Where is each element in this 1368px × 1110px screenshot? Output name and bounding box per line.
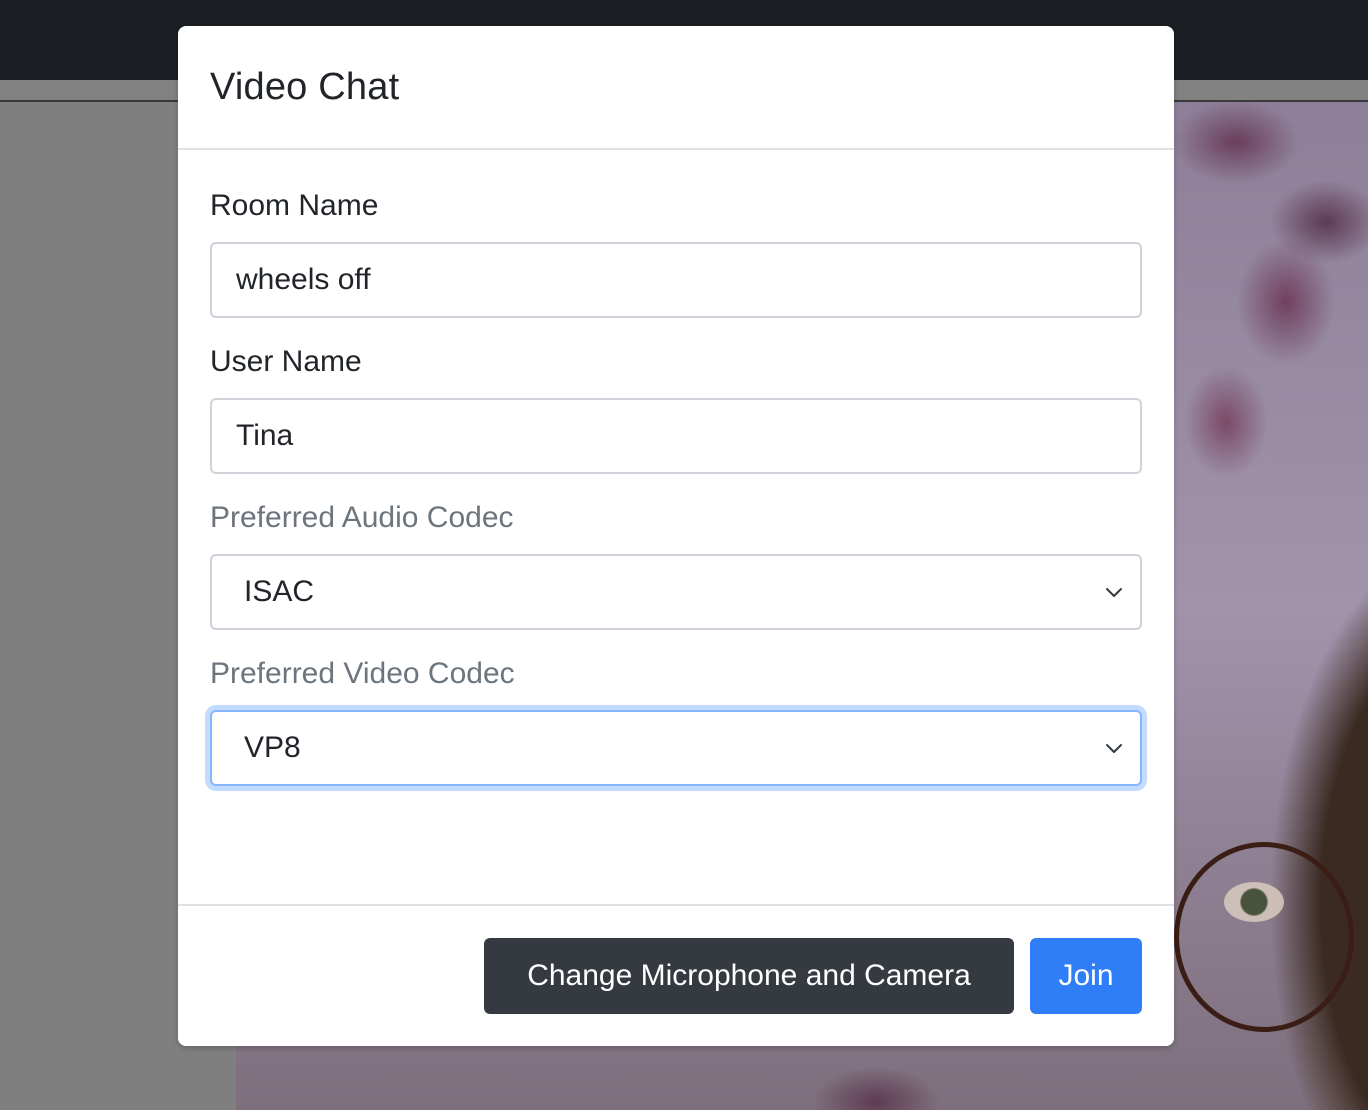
video-codec-field: Preferred Video Codec VP8 bbox=[210, 656, 1142, 786]
room-name-field: Room Name wheels off bbox=[210, 188, 1142, 318]
user-name-field: User Name Tina bbox=[210, 344, 1142, 474]
audio-codec-select[interactable]: ISAC bbox=[210, 554, 1142, 630]
change-microphone-camera-button[interactable]: Change Microphone and Camera bbox=[484, 938, 1014, 1014]
room-name-input[interactable]: wheels off bbox=[210, 242, 1142, 318]
join-button[interactable]: Join bbox=[1030, 938, 1142, 1014]
user-name-input[interactable]: Tina bbox=[210, 398, 1142, 474]
chevron-down-icon bbox=[1106, 588, 1122, 597]
video-chat-dialog: Video Chat Room Name wheels off User Nam… bbox=[178, 26, 1174, 1046]
user-name-label: User Name bbox=[210, 345, 362, 378]
dialog-title: Video Chat bbox=[210, 65, 400, 108]
room-name-label: Room Name bbox=[210, 189, 379, 222]
audio-codec-label: Preferred Audio Codec bbox=[210, 501, 514, 534]
video-codec-value: VP8 bbox=[244, 731, 301, 764]
chevron-down-icon bbox=[1106, 744, 1122, 753]
page: Video Chat Room Name wheels off User Nam… bbox=[0, 0, 1368, 1110]
audio-codec-field: Preferred Audio Codec ISAC bbox=[210, 500, 1142, 630]
dialog-header: Video Chat bbox=[178, 26, 1174, 150]
audio-codec-value: ISAC bbox=[244, 575, 315, 608]
user-name-value: Tina bbox=[236, 419, 294, 452]
dialog-footer: Change Microphone and Camera Join bbox=[178, 904, 1174, 1046]
video-codec-label: Preferred Video Codec bbox=[210, 657, 515, 690]
video-codec-select[interactable]: VP8 bbox=[210, 710, 1142, 786]
dialog-body: Room Name wheels off User Name Tina Pref… bbox=[178, 150, 1174, 866]
room-name-value: wheels off bbox=[236, 263, 371, 296]
